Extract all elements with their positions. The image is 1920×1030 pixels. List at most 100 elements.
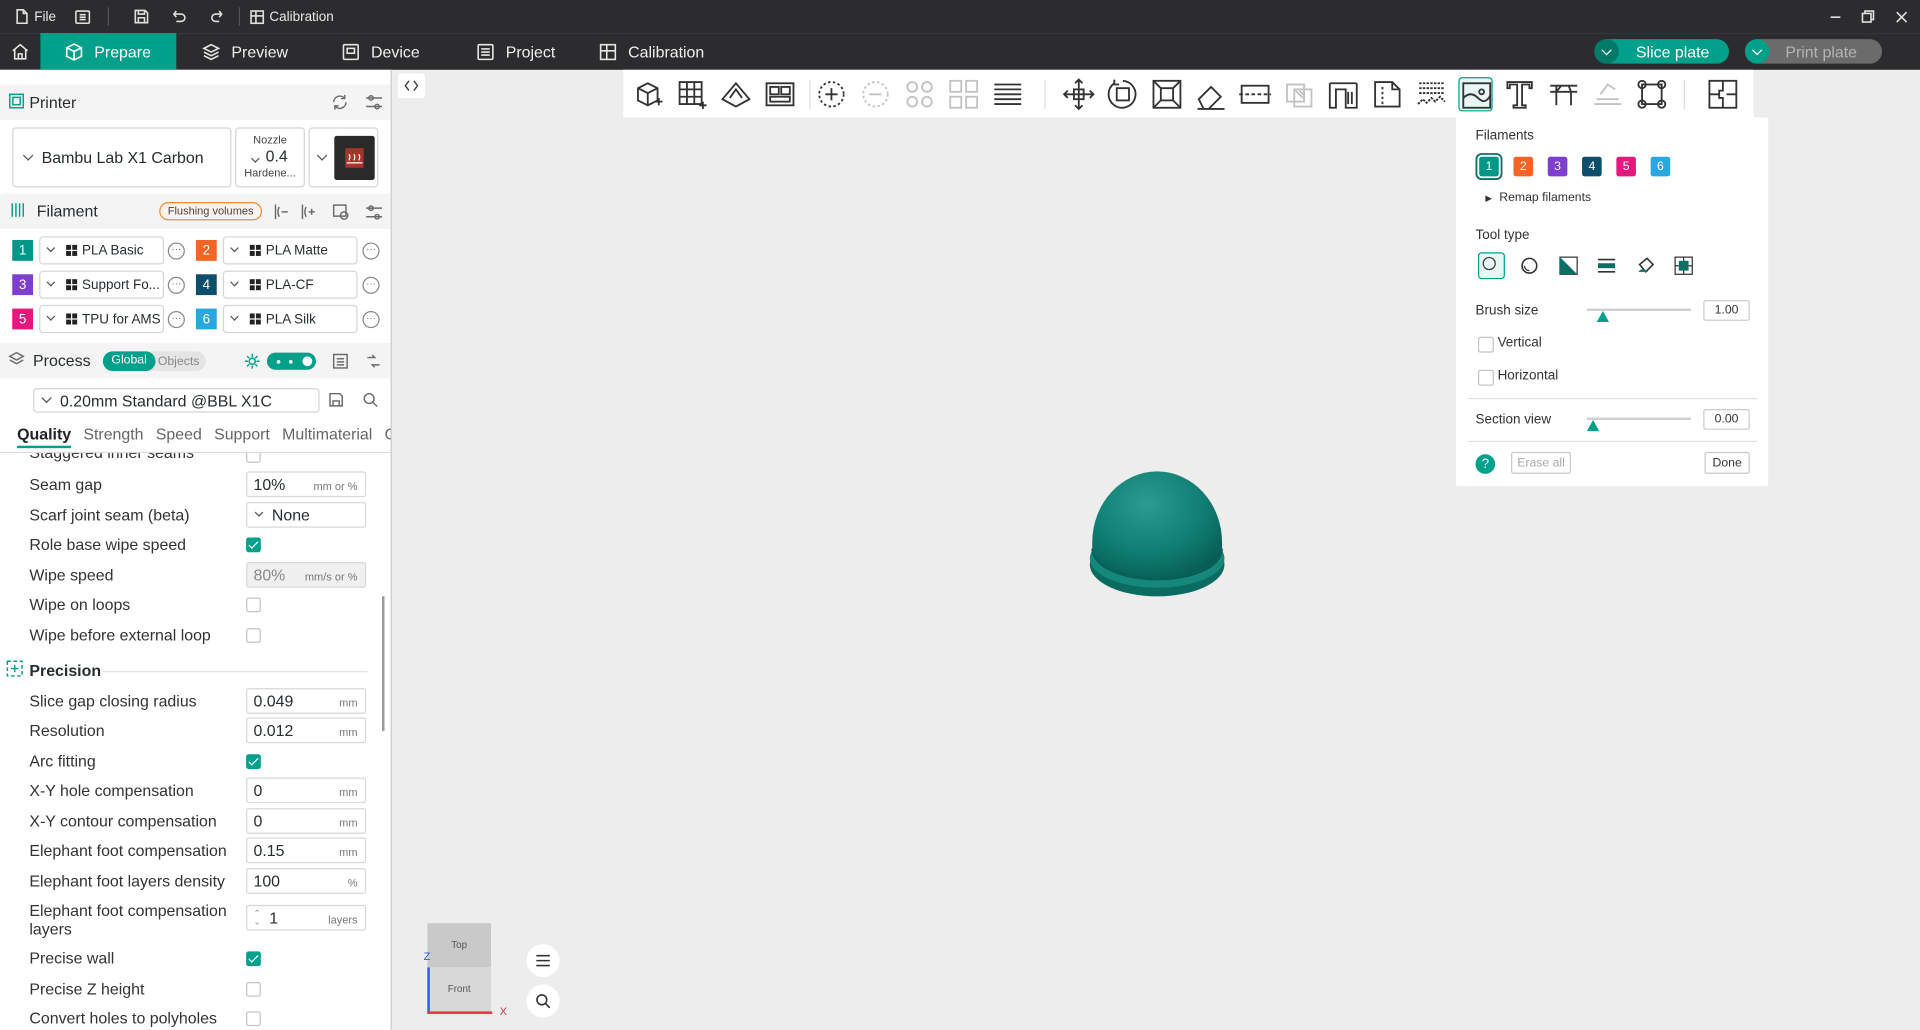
- support-paint-tool[interactable]: [1326, 77, 1360, 111]
- tab-speed[interactable]: Speed: [156, 425, 202, 448]
- filament-edit-icon[interactable]: ···: [362, 276, 380, 294]
- tab-preview[interactable]: Preview: [202, 33, 288, 70]
- boolean-tool[interactable]: [1282, 77, 1316, 111]
- add-object-tool[interactable]: [631, 77, 665, 111]
- done-button[interactable]: Done: [1704, 451, 1750, 474]
- wipe-loops-checkbox[interactable]: [246, 597, 261, 613]
- circle-brush-tool[interactable]: [1477, 252, 1505, 280]
- orient-tool[interactable]: [719, 77, 753, 111]
- assemble-view-tool[interactable]: [1706, 77, 1740, 111]
- close-button[interactable]: [1896, 0, 1908, 33]
- flushing-volumes-button[interactable]: Flushing volumes: [159, 202, 263, 221]
- section-view-input[interactable]: 0.00: [1703, 408, 1750, 430]
- zoom-button[interactable]: [526, 984, 560, 1018]
- sync-icon[interactable]: [331, 93, 349, 115]
- printer-settings-icon[interactable]: [365, 93, 383, 115]
- filament-swatch[interactable]: 4: [1582, 156, 1602, 177]
- role-base-wipe-checkbox[interactable]: [246, 537, 261, 553]
- menu-button[interactable]: [75, 0, 91, 33]
- lay-on-face-tool[interactable]: [1194, 77, 1228, 111]
- measure-tool[interactable]: [1547, 77, 1581, 111]
- home-button[interactable]: [0, 33, 39, 70]
- toggle-global[interactable]: Global: [102, 351, 156, 372]
- wipe-speed-input[interactable]: 80% mm/s or %: [246, 562, 367, 588]
- minimize-button[interactable]: [1829, 0, 1841, 33]
- split-parts-tool[interactable]: [947, 77, 981, 111]
- add-filament-icon[interactable]: [299, 203, 316, 224]
- process-settings-icon[interactable]: [365, 353, 382, 374]
- nozzle-select[interactable]: Nozzle 0.4 Hardene...: [235, 127, 305, 188]
- filament-select[interactable]: Support Fo...: [39, 270, 165, 299]
- tab-strength[interactable]: Strength: [83, 425, 143, 448]
- brush-size-thumb[interactable]: [1596, 311, 1609, 323]
- view-cube-top[interactable]: Top: [427, 923, 492, 968]
- add-plate-tool[interactable]: [675, 77, 709, 111]
- filament-edit-icon[interactable]: ···: [167, 242, 185, 260]
- stepper-arrows-icon[interactable]: ⌃ ⌄: [253, 909, 260, 926]
- compare-icon[interactable]: [332, 353, 349, 374]
- add-instance-tool[interactable]: [814, 77, 848, 111]
- split-objects-tool[interactable]: [902, 77, 936, 111]
- resolution-input[interactable]: 0.012 mm: [246, 717, 367, 744]
- filament-select[interactable]: PLA Matte: [222, 236, 358, 265]
- vertical-checkbox[interactable]: [1477, 336, 1494, 353]
- scale-tool[interactable]: [1150, 77, 1184, 111]
- process-preset-select[interactable]: 0.20mm Standard @BBL X1C: [33, 388, 320, 413]
- filament-edit-icon[interactable]: ···: [167, 276, 185, 294]
- fill-bucket-tool[interactable]: [1635, 255, 1657, 277]
- print-dropdown[interactable]: [1744, 39, 1770, 64]
- filament-select[interactable]: PLA-CF: [222, 270, 358, 299]
- filament-select[interactable]: PLA Basic: [39, 236, 165, 265]
- tab-project[interactable]: Project: [476, 33, 555, 70]
- help-icon[interactable]: ?: [1475, 454, 1496, 474]
- tab-multimaterial[interactable]: Multimaterial: [282, 425, 372, 448]
- filament-swatch[interactable]: 5: [1616, 156, 1636, 177]
- move-tool[interactable]: [1062, 77, 1096, 111]
- precise-wall-checkbox[interactable]: [246, 951, 261, 967]
- save-button[interactable]: [133, 0, 149, 33]
- slice-dropdown[interactable]: [1594, 39, 1619, 64]
- cut-tool[interactable]: [1238, 77, 1272, 111]
- remove-instance-tool[interactable]: [858, 77, 892, 111]
- remap-filaments[interactable]: ▶ Remap filaments: [1485, 191, 1591, 204]
- filament-edit-icon[interactable]: ···: [362, 311, 380, 329]
- color-paint-tool[interactable]: [1458, 77, 1493, 112]
- sync-ams-icon[interactable]: [332, 203, 349, 224]
- brim-ears-tool[interactable]: [1635, 77, 1669, 111]
- global-objects-toggle[interactable]: Global Objects: [102, 351, 206, 372]
- triangle-fill-tool[interactable]: [1558, 255, 1580, 277]
- view-cube[interactable]: Top Front: [427, 923, 493, 1015]
- filament-settings-icon[interactable]: [365, 203, 383, 225]
- xy-hole-input[interactable]: 0 mm: [246, 777, 367, 804]
- view-cube-front[interactable]: Front: [427, 967, 492, 1014]
- wipe-before-checkbox[interactable]: [246, 628, 261, 643]
- view-menu-button[interactable]: [526, 944, 560, 978]
- redo-button[interactable]: [209, 0, 225, 33]
- tab-others[interactable]: O: [385, 425, 391, 448]
- sphere-brush-tool[interactable]: [1518, 255, 1540, 277]
- precise-z-checkbox[interactable]: [246, 982, 261, 997]
- maximize-button[interactable]: [1861, 0, 1875, 33]
- height-range-tool[interactable]: [1596, 255, 1618, 277]
- seam-paint-tool[interactable]: [1370, 77, 1404, 111]
- seam-gap-input[interactable]: 10% mm or %: [246, 471, 367, 498]
- toggle-objects[interactable]: Objects: [158, 354, 200, 367]
- slice-gap-input[interactable]: 0.049 mm: [246, 688, 367, 714]
- file-menu[interactable]: File: [15, 0, 56, 33]
- brush-size-input[interactable]: 1.00: [1703, 300, 1750, 321]
- section-view-thumb[interactable]: [1586, 420, 1600, 432]
- checkbox[interactable]: [246, 453, 261, 463]
- elephant-layers-stepper[interactable]: ⌃ ⌄ 1 layers: [246, 904, 367, 931]
- section-view-slider[interactable]: [1586, 417, 1692, 421]
- search-icon[interactable]: [362, 392, 378, 414]
- filament-select[interactable]: PLA Silk: [222, 304, 358, 334]
- settings-scrollbar[interactable]: [382, 596, 385, 732]
- collapse-sidebar-button[interactable]: [397, 73, 425, 98]
- print-plate-button[interactable]: Print plate: [1744, 39, 1883, 64]
- advanced-toggle[interactable]: [266, 352, 316, 370]
- horizontal-checkbox[interactable]: [1477, 369, 1494, 386]
- slice-plate-button[interactable]: Slice plate: [1594, 39, 1729, 64]
- arc-fitting-checkbox[interactable]: [246, 754, 261, 769]
- printer-select[interactable]: Bambu Lab X1 Carbon: [12, 127, 232, 188]
- tab-quality[interactable]: Quality: [17, 425, 72, 449]
